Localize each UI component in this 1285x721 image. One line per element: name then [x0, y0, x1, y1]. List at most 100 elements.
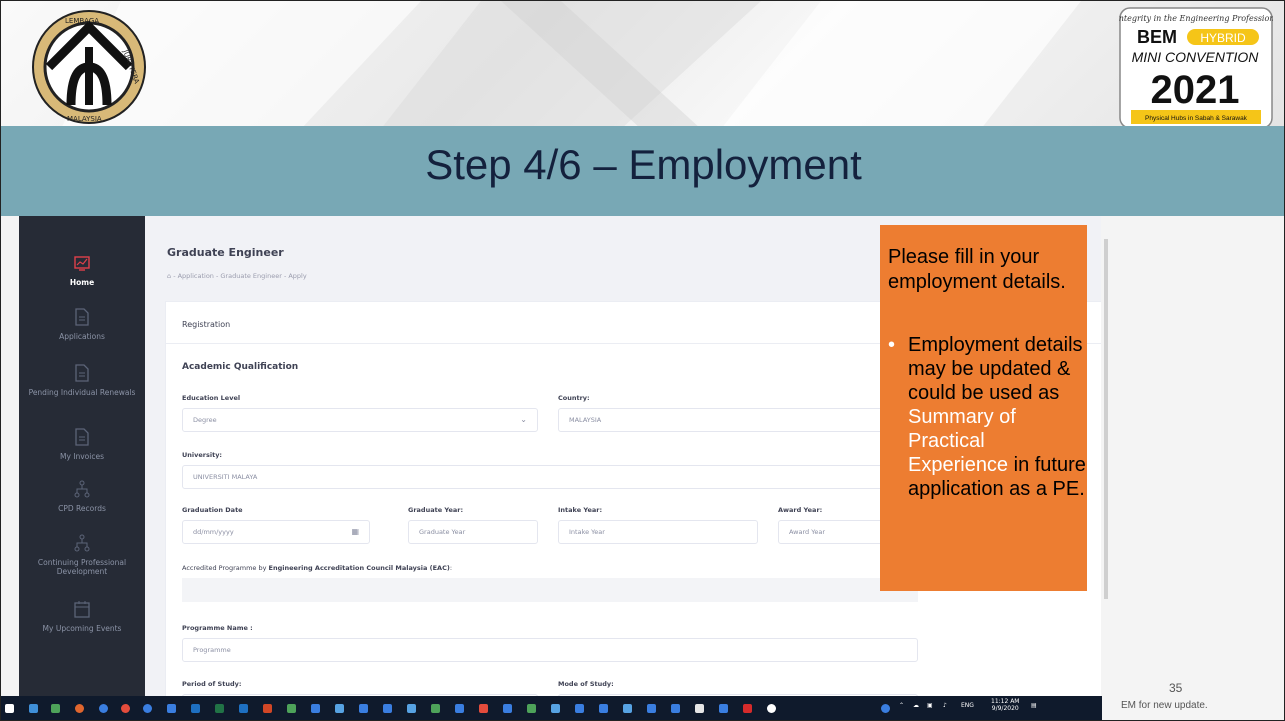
- taskbar-app-icon[interactable]: [503, 704, 512, 713]
- taskbar-app-icon[interactable]: [599, 704, 608, 713]
- sidebar-item-label: My Invoices: [59, 452, 104, 461]
- sitemap-icon: [74, 480, 90, 498]
- sidebar-item-continuing-professional-development[interactable]: Continuing Professional Development: [19, 534, 145, 576]
- mode-of-study-label: Mode of Study:: [558, 680, 614, 688]
- sidebar-item-my-invoices[interactable]: My Invoices: [19, 428, 145, 461]
- volume-icon[interactable]: ♪: [943, 702, 947, 709]
- breadcrumb[interactable]: ⌂ - Application - Graduate Engineer - Ap…: [167, 272, 307, 280]
- footer-note: EM for new update.: [1121, 700, 1208, 711]
- taskbar-app-icon[interactable]: [167, 704, 176, 713]
- chevron-up-icon[interactable]: ⌃: [899, 702, 904, 709]
- education-level-value: Degree: [193, 416, 217, 424]
- instruction-callout: Please fill in your employment details. …: [880, 225, 1087, 591]
- taskbar-app-icon[interactable]: [287, 704, 296, 713]
- calendar-icon: [74, 601, 90, 618]
- accredited-label-eac: Engineering Accreditation Council Malays…: [268, 564, 450, 572]
- university-field[interactable]: UNIVERSITI MALAYA: [182, 465, 918, 489]
- scrollbar[interactable]: [1104, 239, 1108, 599]
- sidebar-item-applications[interactable]: Applications: [19, 308, 145, 341]
- clock-date: 9/9/2020: [991, 705, 1019, 712]
- taskbar-app-icon[interactable]: [29, 704, 38, 713]
- section-title: Academic Qualification: [182, 362, 299, 372]
- sidebar-item-label: My Upcoming Events: [42, 624, 122, 633]
- taskbar-app-icon[interactable]: [695, 704, 704, 713]
- graduate-year-field[interactable]: Graduate Year: [408, 520, 538, 544]
- help-icon[interactable]: [881, 704, 890, 713]
- graduation-date-field[interactable]: dd/mm/yyyy ▦: [182, 520, 370, 544]
- accredited-label-end: :: [449, 564, 453, 572]
- taskbar-app-icon[interactable]: [51, 704, 60, 713]
- sidebar-item-label: Applications: [59, 332, 105, 341]
- chart-icon: [74, 256, 90, 271]
- taskbar-app-icon[interactable]: [311, 704, 320, 713]
- cloud-icon[interactable]: ☁: [913, 702, 919, 709]
- taskbar-app-icon[interactable]: [527, 704, 536, 713]
- bullet-text-start: Employment details may be updated & coul…: [908, 334, 1083, 404]
- programme-name-field[interactable]: Programme: [182, 638, 918, 662]
- presentation-slide: LEMBAGA JURUTERA MALAYSIA Integrity in t…: [0, 0, 1285, 721]
- bem-seal-logo: LEMBAGA JURUTERA MALAYSIA: [27, 7, 151, 127]
- intake-year-field[interactable]: Intake Year: [558, 520, 758, 544]
- powerpoint-icon[interactable]: [263, 704, 272, 713]
- graduation-date-label: Graduation Date: [182, 506, 243, 514]
- notification-icon[interactable]: ▤: [1031, 702, 1037, 709]
- document-icon: [75, 428, 89, 446]
- taskbar-app-icon[interactable]: [623, 704, 632, 713]
- taskbar-app-icon[interactable]: [647, 704, 656, 713]
- sidebar-item-home[interactable]: Home: [19, 256, 145, 287]
- clock[interactable]: 11:12 AM 9/9/2020: [991, 698, 1019, 712]
- taskbar-app-icon[interactable]: [479, 704, 488, 713]
- taskbar-app-icon[interactable]: [359, 704, 368, 713]
- bem-hybrid-convention-logo: Integrity in the Engineering Profession …: [1115, 7, 1274, 129]
- chevron-down-icon: ⌄: [520, 415, 527, 424]
- graduation-date-placeholder: dd/mm/yyyy: [193, 528, 234, 536]
- calendar-icon[interactable]: ▦: [351, 527, 359, 536]
- header-pattern: [61, 1, 1081, 129]
- period-of-study-label: Period of Study:: [182, 680, 242, 688]
- taskbar-app-icon[interactable]: [551, 704, 560, 713]
- windows-start-icon[interactable]: [5, 704, 14, 713]
- callout-bullet-text: Employment details may be updated & coul…: [908, 333, 1088, 501]
- chrome-icon[interactable]: [121, 704, 130, 713]
- excel-icon[interactable]: [215, 704, 224, 713]
- taskbar-app-icon[interactable]: [431, 704, 440, 713]
- taskbar-app-icon[interactable]: [239, 704, 248, 713]
- pdf-icon[interactable]: [743, 704, 752, 713]
- firefox-icon[interactable]: [75, 704, 84, 713]
- page-title: Graduate Engineer: [167, 246, 284, 259]
- sitemap-icon: [74, 534, 90, 552]
- word-icon[interactable]: [191, 704, 200, 713]
- windows-taskbar: ⌃ ☁ ▣ ♪ ENG 11:12 AM 9/9/2020 ▤: [1, 696, 1102, 720]
- logo-bottom-text: Physical Hubs in Sabah & Sarawak: [1145, 115, 1248, 122]
- taskbar-app-icon[interactable]: [143, 704, 152, 713]
- slide-header: [1, 1, 1284, 129]
- document-icon: [75, 308, 89, 326]
- education-level-select[interactable]: Degree ⌄: [182, 408, 538, 432]
- graduate-year-label: Graduate Year:: [408, 506, 464, 514]
- logo-bem: BEM: [1137, 27, 1177, 47]
- taskbar-app-icon[interactable]: [335, 704, 344, 713]
- logo-year: 2021: [1151, 68, 1240, 112]
- taskbar-app-icon[interactable]: [671, 704, 680, 713]
- country-field[interactable]: MALAYSIA: [558, 408, 918, 432]
- taskbar-app-icon[interactable]: [767, 704, 776, 713]
- taskbar-app-icon[interactable]: [575, 704, 584, 713]
- portal-sidebar: Home Applications Pending Individual Ren…: [19, 216, 145, 696]
- sidebar-item-label: Continuing Professional Development: [37, 558, 127, 576]
- bullet-icon: •: [888, 334, 896, 356]
- taskbar-app-icon[interactable]: [407, 704, 416, 713]
- sidebar-item-label: CPD Records: [58, 504, 106, 513]
- taskbar-app-icon[interactable]: [719, 704, 728, 713]
- taskbar-app-icon[interactable]: [99, 704, 108, 713]
- intake-year-label: Intake Year:: [558, 506, 603, 514]
- taskbar-app-icon[interactable]: [455, 704, 464, 713]
- language-indicator[interactable]: ENG: [961, 702, 974, 709]
- education-level-label: Education Level: [182, 394, 241, 402]
- sidebar-item-my-upcoming-events[interactable]: My Upcoming Events: [19, 600, 145, 633]
- logo-tagline: Integrity in the Engineering Profession: [1119, 14, 1273, 23]
- sidebar-item-cpd-records[interactable]: CPD Records: [19, 480, 145, 513]
- taskbar-app-icon[interactable]: [383, 704, 392, 713]
- sidebar-item-pending-renewals[interactable]: Pending Individual Renewals: [19, 364, 145, 397]
- callout-main-text: Please fill in your employment details.: [888, 246, 1066, 293]
- network-icon[interactable]: ▣: [927, 702, 933, 709]
